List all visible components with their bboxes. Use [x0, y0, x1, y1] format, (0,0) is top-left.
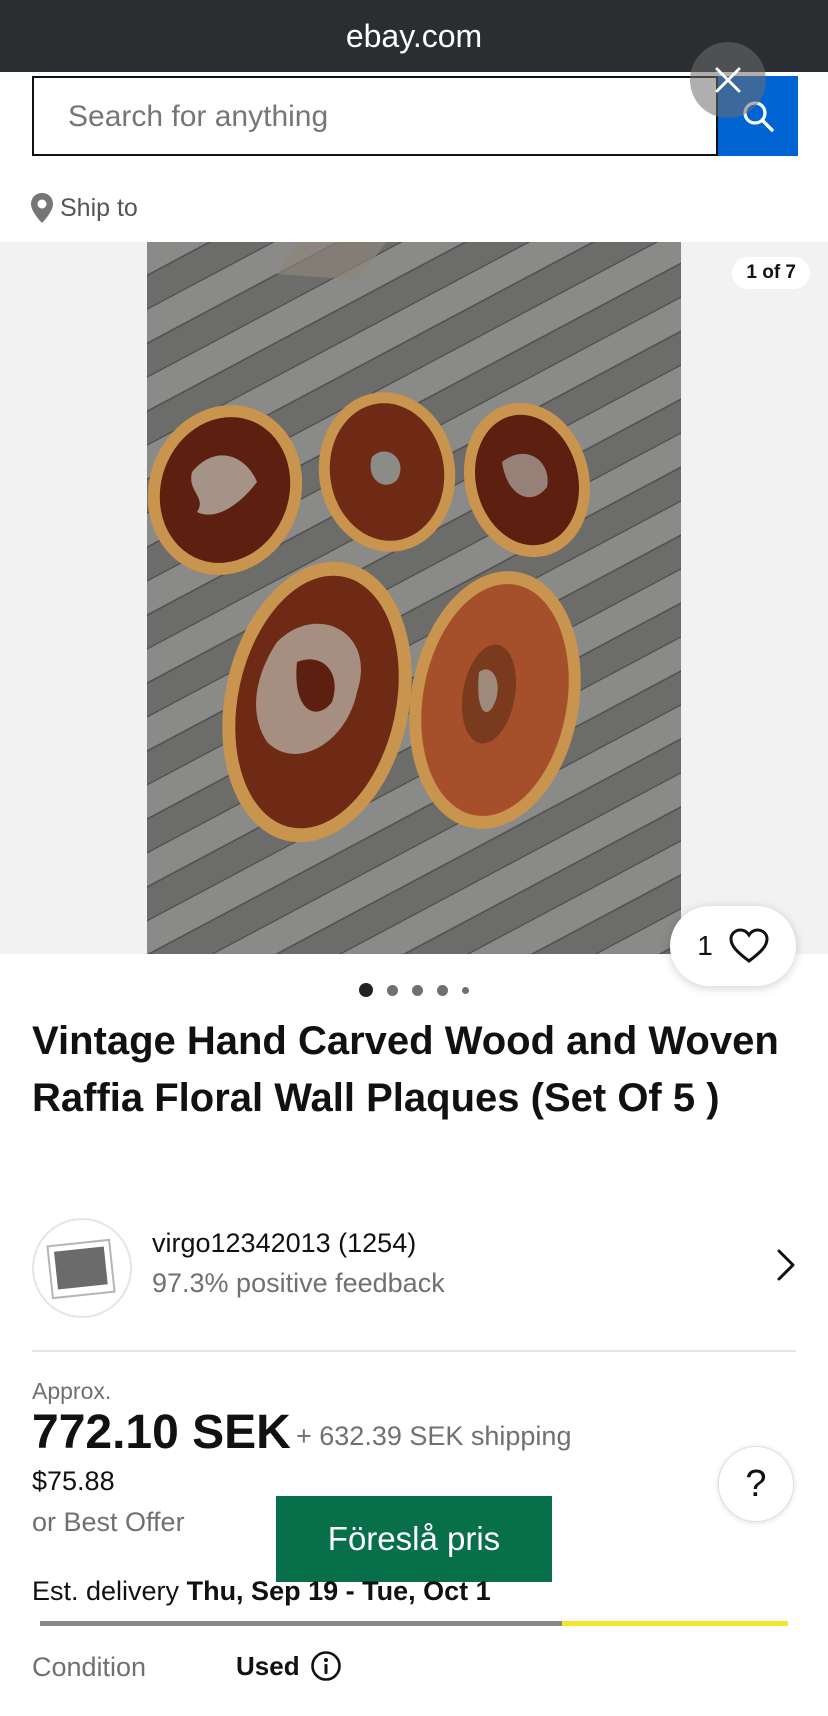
photo-placeholder-icon — [46, 1238, 116, 1300]
make-offer-button[interactable]: Föreslå pris — [276, 1496, 552, 1582]
ship-to-link[interactable]: Ship to — [30, 192, 138, 224]
product-photo[interactable] — [147, 242, 681, 954]
close-button[interactable] — [690, 42, 766, 118]
location-pin-icon — [31, 193, 53, 223]
image-counter: 1 of 7 — [732, 257, 810, 289]
carousel-dots — [0, 980, 828, 1000]
watch-count: 1 — [697, 930, 713, 961]
estimated-delivery: Est. delivery Thu, Sep 19 - Tue, Oct 1 — [32, 1576, 491, 1607]
delivery-label: Est. delivery — [32, 1576, 180, 1606]
seller-feedback: 97.3% positive feedback — [152, 1268, 445, 1298]
carousel-dot[interactable] — [437, 984, 448, 996]
seller-avatar — [32, 1218, 132, 1318]
carousel-dot[interactable] — [387, 984, 398, 996]
ship-to-label: Ship to — [60, 193, 138, 222]
heart-icon — [729, 928, 769, 963]
condition-value: Used — [236, 1650, 300, 1681]
info-icon[interactable] — [310, 1650, 342, 1682]
usd-price: $75.88 — [32, 1466, 115, 1496]
chevron-right-icon — [777, 1249, 795, 1281]
condition-label: Condition — [32, 1652, 147, 1682]
approx-label: Approx. — [32, 1378, 112, 1404]
seller-info[interactable]: virgo12342013 (1254) 97.3% positive feed… — [32, 1218, 796, 1318]
search-input[interactable]: Search for anything — [32, 76, 718, 156]
best-offer-label: or Best Offer — [32, 1507, 185, 1537]
progress-bar-track — [40, 1621, 562, 1626]
search-placeholder: Search for anything — [68, 100, 329, 133]
listing-title: Vintage Hand Carved Wood and Woven Raffi… — [32, 1019, 779, 1120]
image-gallery[interactable]: 1 of 7 — [0, 242, 828, 954]
condition-value-wrap: Used — [236, 1650, 342, 1682]
progress-bar-highlight — [562, 1621, 788, 1626]
seller-name: virgo12342013 (1254) — [152, 1228, 417, 1258]
carousel-dot[interactable] — [462, 986, 469, 994]
shipping-cost: + 632.39 SEK shipping — [296, 1421, 572, 1451]
carousel-dot[interactable] — [412, 984, 423, 996]
watch-button[interactable]: 1 — [670, 906, 796, 986]
close-icon — [715, 67, 741, 93]
carousel-dot[interactable] — [359, 983, 373, 997]
product-image — [147, 242, 681, 954]
help-button[interactable]: ? — [718, 1446, 794, 1522]
divider — [32, 1350, 796, 1352]
item-price: 772.10 SEK — [32, 1406, 291, 1459]
delivery-dates: Thu, Sep 19 - Tue, Oct 1 — [186, 1576, 491, 1606]
